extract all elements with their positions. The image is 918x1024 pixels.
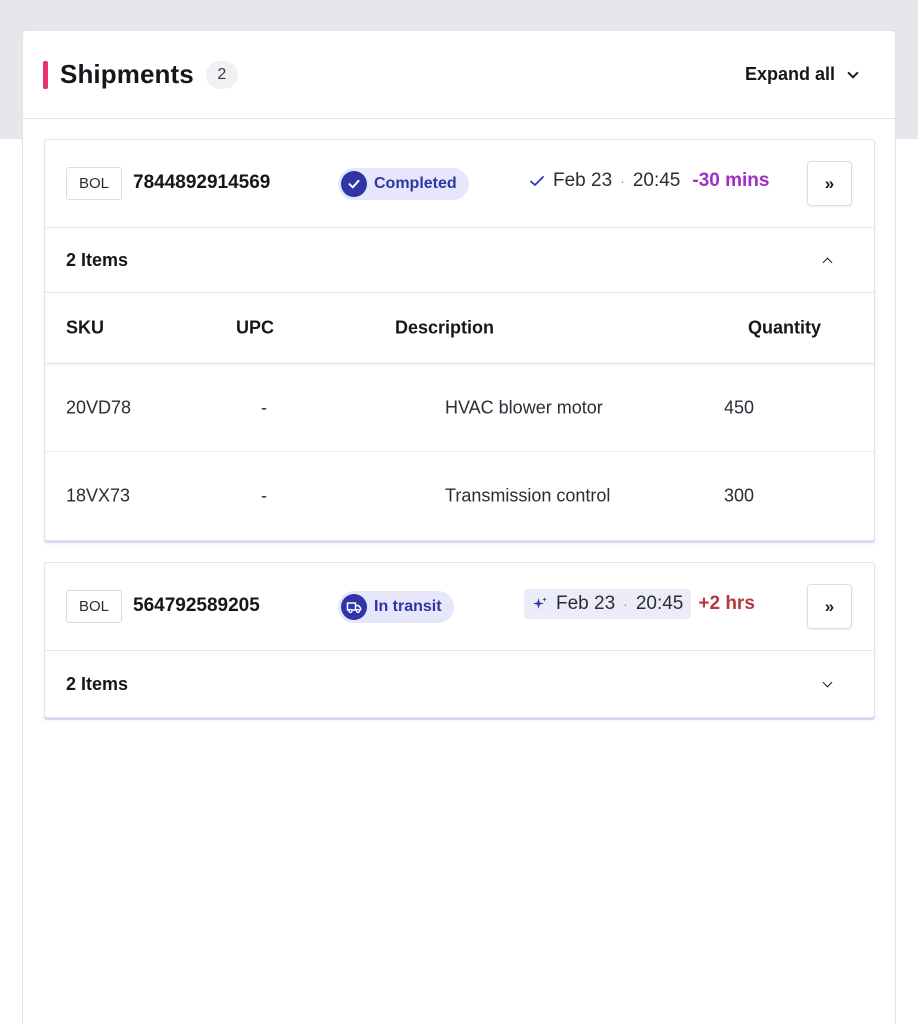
items-count-label: 2 Items <box>66 673 129 694</box>
shipment-summary: BOL 7844892914569 Completed Feb 23 · 20:… <box>45 140 874 228</box>
bol-tag: BOL <box>66 590 122 623</box>
bol-number: 564792589205 <box>133 595 260 616</box>
column-sku: SKU <box>66 317 105 338</box>
table-row: 20VD78 - HVAC blower motor 450 <box>45 364 874 452</box>
sparkle-icon <box>532 596 548 612</box>
open-shipment-button[interactable]: » <box>807 161 852 206</box>
eta-delta: -30 mins <box>692 170 770 191</box>
items-toggle[interactable]: 2 Items <box>45 228 874 292</box>
separator-dot: · <box>623 596 628 612</box>
open-shipment-button[interactable]: » <box>807 584 852 629</box>
items-table: SKU UPC Description Quantity 20VD78 - HV… <box>45 292 874 540</box>
eta-date: Feb 23 <box>556 593 616 614</box>
description-cell: Transmission control <box>445 485 611 506</box>
status-label: Completed <box>374 175 457 192</box>
shipment-summary: BOL 564792589205 In transit Feb 23 · 20:… <box>45 563 874 651</box>
eta-delta: +2 hrs <box>698 593 755 614</box>
bol-number: 7844892914569 <box>133 172 271 193</box>
quantity-cell: 300 <box>724 485 755 506</box>
eta-time: 20:45 <box>635 593 684 614</box>
column-description: Description <box>395 317 495 338</box>
separator-dot: · <box>620 173 625 189</box>
shipment-count-badge: 2 <box>205 60 238 89</box>
status-badge: In transit <box>338 591 454 623</box>
expand-all-button[interactable]: Expand all <box>744 64 859 85</box>
eta-date: Feb 23 <box>553 170 613 191</box>
chevron-down-icon <box>822 677 833 687</box>
items-count-label: 2 Items <box>66 249 129 270</box>
chevron-up-icon <box>822 257 833 267</box>
page-title: Shipments <box>60 59 194 89</box>
title-accent-bar <box>43 60 48 89</box>
eta-highlight: Feb 23 · 20:45 <box>524 589 692 619</box>
panel-header: Shipments 2 Expand all <box>23 31 895 119</box>
quantity-cell: 450 <box>724 397 755 417</box>
eta-info: Feb 23 · 20:45 +2 hrs <box>524 589 755 619</box>
eta-info: Feb 23 · 20:45 -30 mins <box>529 170 769 192</box>
check-icon <box>341 171 367 197</box>
expand-all-label: Expand all <box>744 64 835 84</box>
upc-cell: - <box>261 485 267 506</box>
status-badge: Completed <box>338 168 469 200</box>
shipment-card: BOL 7844892914569 Completed Feb 23 · 20:… <box>44 139 875 541</box>
description-cell: HVAC blower motor <box>445 397 603 417</box>
table-header: SKU UPC Description Quantity <box>45 293 874 364</box>
column-quantity: Quantity <box>748 317 822 338</box>
column-upc: UPC <box>236 317 275 338</box>
check-icon <box>529 174 545 188</box>
sku-cell: 20VD78 <box>66 397 132 417</box>
shipment-card: BOL 564792589205 In transit Feb 23 · 20:… <box>44 562 875 718</box>
items-toggle[interactable]: 2 Items <box>45 651 874 717</box>
bol-tag: BOL <box>66 167 122 200</box>
truck-icon <box>341 594 367 620</box>
table-row: 18VX73 - Transmission control 300 <box>45 452 874 540</box>
sku-cell: 18VX73 <box>66 485 131 506</box>
status-label: In transit <box>374 598 442 615</box>
eta-time: 20:45 <box>632 170 681 191</box>
upc-cell: - <box>261 397 267 417</box>
chevron-down-icon <box>847 66 859 79</box>
